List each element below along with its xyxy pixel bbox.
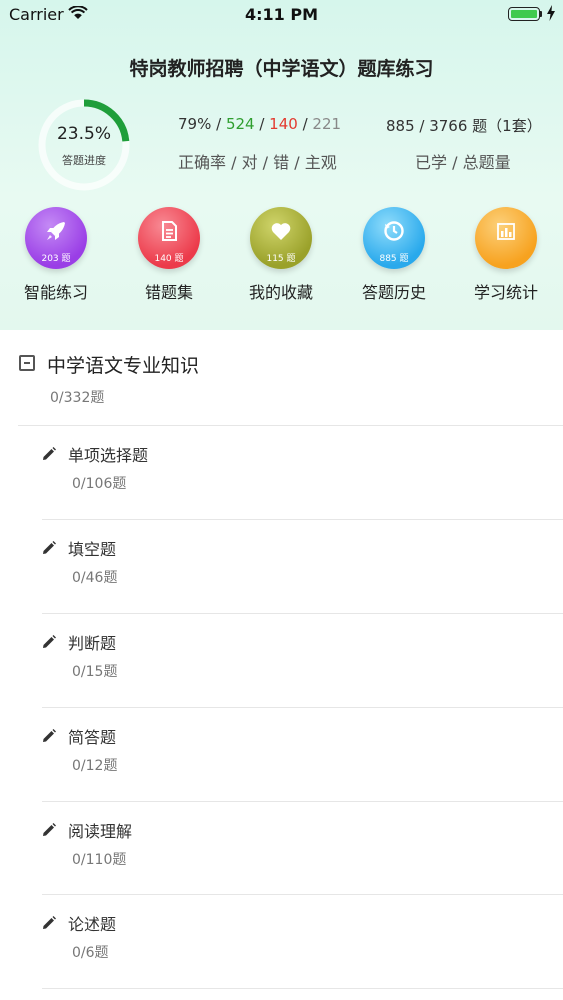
section-count: 0/110题 [72, 852, 127, 868]
study-stats-circle [475, 207, 537, 269]
page-title: 特岗教师招聘（中学语文）题库练习 [129, 58, 434, 80]
study-stats-label: 学习统计 [473, 283, 538, 302]
section-title: 论述题 [68, 915, 117, 934]
header-panel: Carrier 4:11 PM 特岗教师招聘（中学语文）题库练习 23.5% 答… [0, 0, 563, 330]
answer-history-button[interactable]: 885 题 答题历史 [339, 207, 449, 303]
rocket-icon [47, 222, 65, 240]
smart-practice-circle: 203 题 [25, 207, 87, 269]
answer-history-circle: 885 题 [363, 207, 425, 269]
chapter-title[interactable]: 中学语文专业知识 [47, 351, 199, 378]
smart-practice-button[interactable]: 203 题 智能练习 [1, 207, 111, 303]
accuracy-stats: 79% / 524 / 140 / 221 [178, 115, 342, 133]
progress-percent: 23.5% [56, 124, 111, 144]
pencil-icon [43, 541, 56, 554]
heart-icon [271, 223, 291, 240]
bar-chart-icon [497, 223, 515, 240]
section-row[interactable]: 填空题 0/46题 [42, 519, 563, 613]
battery-icon [508, 7, 540, 21]
progress-label: 答题进度 [62, 154, 106, 167]
pencil-icon [43, 916, 56, 929]
favorites-circle: 115 题 [250, 207, 312, 269]
learned-stats: 885 / 3766 题（1套） [386, 117, 542, 135]
section-count: 0/46题 [72, 570, 118, 586]
smart-practice-label: 智能练习 [23, 283, 88, 302]
section-title: 单项选择题 [68, 446, 149, 465]
section-row[interactable]: 阅读理解 0/110题 [42, 801, 563, 895]
status-bar: Carrier 4:11 PM [0, 0, 563, 30]
answer-history-label: 答题历史 [361, 283, 426, 302]
learned-caption: 已学 / 总题量 [415, 153, 511, 172]
wrong-count: 140 [269, 115, 298, 133]
pencil-icon [43, 635, 56, 648]
history-icon [384, 221, 404, 241]
battery-tip [540, 11, 542, 17]
section-title: 填空题 [68, 540, 117, 559]
section-title: 阅读理解 [68, 822, 133, 841]
section-count: 0/12题 [72, 758, 118, 774]
accuracy-rate: 79% [178, 115, 212, 133]
wrong-questions-button[interactable]: 140 题 错题集 [114, 207, 224, 303]
document-icon [162, 221, 177, 241]
section-row[interactable]: 单项选择题 0/106题 [42, 425, 563, 519]
section-count: 0/6题 [72, 945, 109, 961]
study-stats-button[interactable]: 学习统计 [451, 207, 561, 303]
favorites-label: 我的收藏 [248, 283, 313, 302]
section-row[interactable]: 简答题 0/12题 [42, 707, 563, 801]
pencil-icon [43, 447, 56, 460]
collapse-icon[interactable] [19, 355, 35, 371]
pencil-icon [43, 729, 56, 742]
clock-time: 4:11 PM [244, 5, 318, 24]
section-count: 0/15题 [72, 664, 118, 680]
wrong-questions-badge: 140 题 [154, 254, 184, 264]
wrong-questions-label: 错题集 [144, 283, 193, 302]
chapter-count: 0/332题 [50, 390, 105, 406]
section-count: 0/106题 [72, 476, 127, 492]
favorites-badge: 115 题 [266, 254, 296, 264]
smart-practice-badge: 203 题 [41, 254, 71, 264]
answer-history-badge: 885 题 [379, 254, 409, 264]
section-title: 判断题 [68, 634, 117, 653]
charging-bolt-icon [547, 5, 555, 21]
row-divider [42, 988, 563, 989]
correct-count: 524 [225, 115, 255, 133]
subjective-count: 221 [312, 115, 342, 133]
pencil-icon [43, 823, 56, 836]
accuracy-caption: 正确率 / 对 / 错 / 主观 [178, 153, 337, 172]
section-row[interactable]: 判断题 0/15题 [42, 613, 563, 707]
wrong-questions-circle: 140 题 [138, 207, 200, 269]
favorites-button[interactable]: 115 题 我的收藏 [226, 207, 336, 303]
section-row[interactable]: 论述题 0/6题 [42, 894, 563, 988]
section-title: 简答题 [68, 728, 117, 747]
progress-ring [38, 99, 130, 191]
